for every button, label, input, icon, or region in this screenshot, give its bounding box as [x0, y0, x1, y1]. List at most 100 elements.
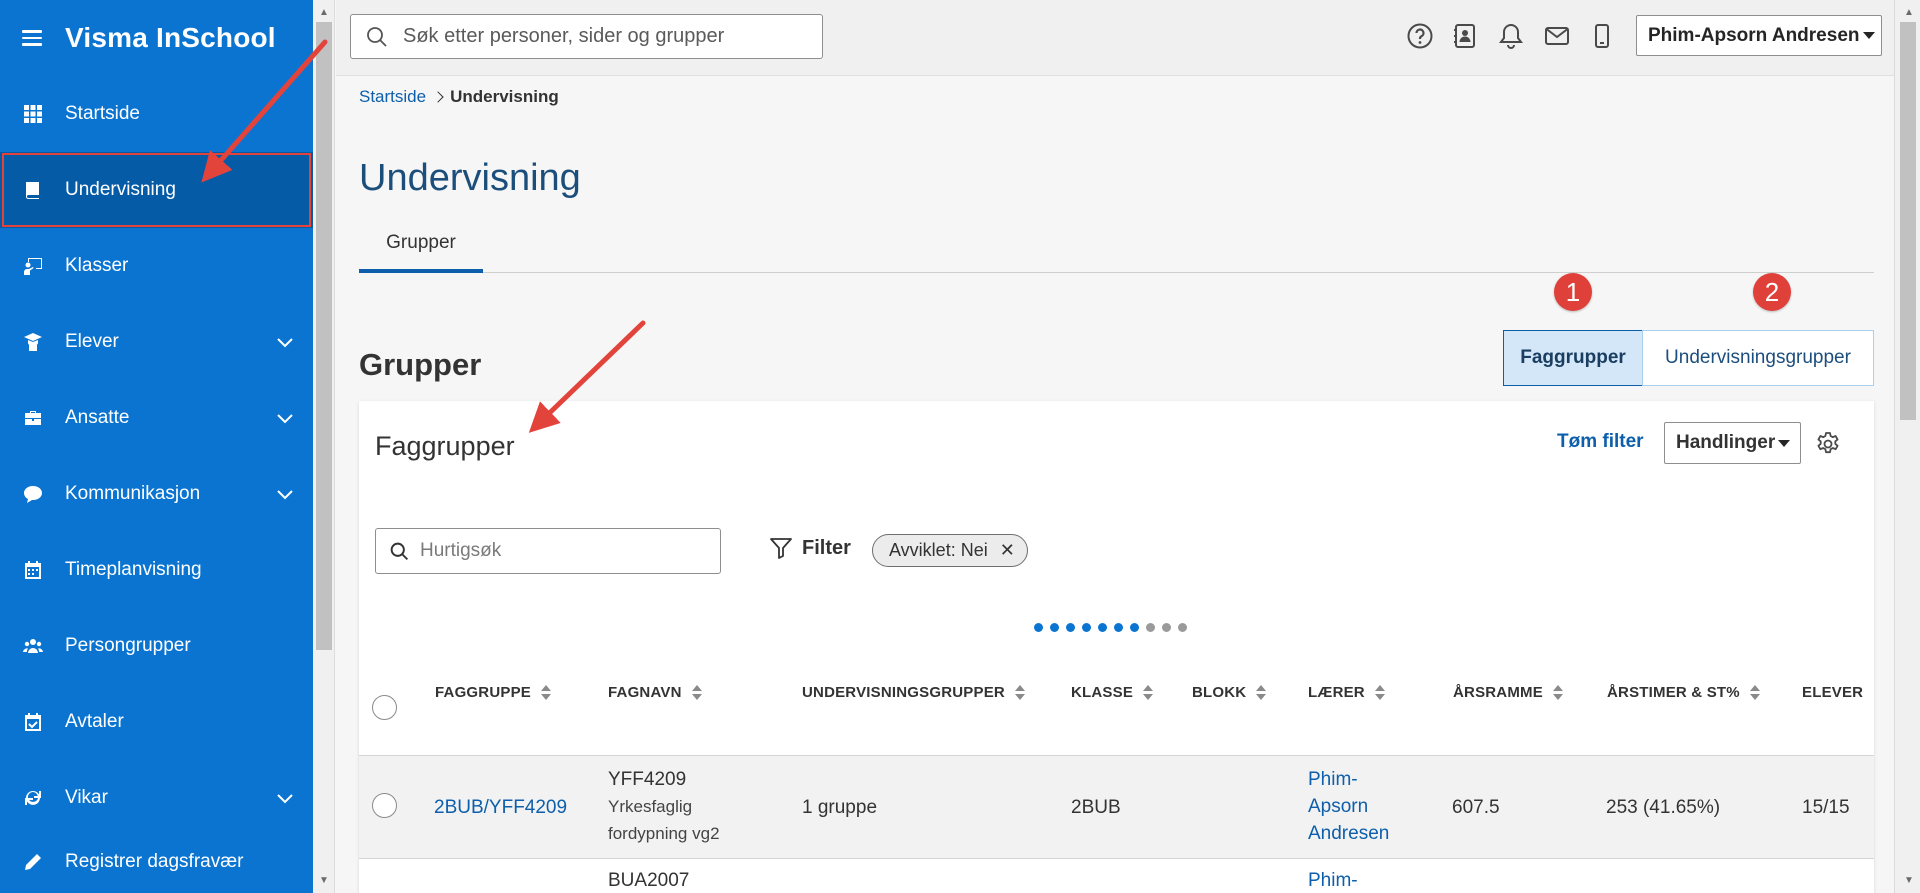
mobile-icon[interactable] [1586, 20, 1618, 52]
row-checkbox[interactable] [372, 793, 397, 818]
loading-dot [1178, 623, 1187, 632]
filter-chip: Avviklet: Nei ✕ [872, 534, 1028, 567]
laerer-link[interactable]: Phim- [1308, 867, 1358, 893]
page-scrollbar[interactable]: ▲ ▼ [1894, 0, 1920, 893]
tab-grupper[interactable]: Grupper [359, 217, 483, 273]
graduation-cap-icon [22, 331, 44, 353]
column-header-arsramme[interactable]: ÅRSRAMME [1453, 684, 1563, 701]
column-header-undervisningsgrupper[interactable]: UNDERVISNINGSGRUPPER [802, 684, 1025, 701]
breadcrumb: Startside Undervisning [359, 87, 559, 107]
quick-search-input[interactable] [420, 540, 710, 562]
column-label: FAGGRUPPE [435, 684, 531, 701]
sidebar-item-kommunikasjon[interactable]: Kommunikasjon [0, 456, 313, 532]
breadcrumb-home-link[interactable]: Startside [359, 87, 426, 107]
laerer-name-line: Andresen [1308, 823, 1390, 844]
sidebar-item-persongrupper[interactable]: Persongrupper [0, 608, 313, 684]
sidebar-item-ansatte[interactable]: Ansatte [0, 380, 313, 456]
brand: Visma InSchool [0, 0, 313, 76]
grid-icon [22, 103, 44, 125]
loading-dot [1082, 623, 1091, 632]
scrollbar-thumb[interactable] [1900, 22, 1916, 420]
gear-icon[interactable] [1815, 431, 1841, 457]
chevron-down-icon[interactable] [275, 408, 295, 428]
card-title: Faggrupper [375, 431, 515, 461]
sidebar-item-undervisning[interactable]: Undervisning [0, 152, 313, 228]
app-title: Visma InSchool [65, 22, 276, 53]
actions-dropdown[interactable]: Handlinger [1664, 422, 1801, 464]
section-title: Grupper [359, 347, 482, 382]
sidebar-item-label: Startside [65, 103, 140, 124]
sidebar-item-elever[interactable]: Elever [0, 304, 313, 380]
loading-dot [1066, 623, 1075, 632]
column-header-elever[interactable]: ELEVER [1802, 684, 1863, 701]
sort-icon [1143, 684, 1154, 701]
sidebar-item-klasser[interactable]: Klasser [0, 228, 313, 304]
column-header-klasse[interactable]: KLASSE [1071, 684, 1154, 701]
sort-icon [1014, 684, 1025, 701]
sidebar-item-vikar[interactable]: Vikar [0, 760, 313, 836]
elever-cell: 15/15 [1802, 797, 1850, 818]
chat-bubble-icon [22, 483, 44, 505]
quick-search[interactable] [375, 528, 721, 574]
column-label: LÆRER [1308, 684, 1365, 701]
sidebar-item-startside[interactable]: Startside [0, 76, 313, 152]
sidebar-scrollbar[interactable]: ▲ ▼ [313, 0, 335, 893]
clear-filter-link[interactable]: Tøm filter [1557, 431, 1644, 453]
bell-icon[interactable] [1495, 20, 1527, 52]
segment-faggrupper-button[interactable]: Faggrupper [1503, 330, 1643, 386]
column-header-laerer[interactable]: LÆRER [1308, 684, 1385, 701]
mail-icon[interactable] [1541, 20, 1573, 52]
column-header-fagnavn[interactable]: FAGNAVN [608, 684, 702, 701]
chevron-down-icon[interactable] [275, 484, 295, 504]
column-header-blokk[interactable]: BLOKK [1192, 684, 1267, 701]
scroll-down-arrow-icon[interactable]: ▼ [313, 870, 335, 890]
laerer-link[interactable]: Phim- Apsorn Andresen [1308, 766, 1389, 847]
column-header-faggruppe[interactable]: FAGGRUPPE [435, 684, 551, 701]
close-icon[interactable]: ✕ [1000, 540, 1015, 561]
chevron-right-icon [432, 91, 444, 103]
annotation-badge-2: 2 [1753, 273, 1791, 311]
sort-icon [540, 684, 551, 701]
search-icon [367, 26, 387, 47]
chevron-down-icon[interactable] [275, 788, 295, 808]
column-header-arstimer[interactable]: ÅRSTIMER & ST% [1607, 684, 1760, 701]
search-icon [390, 542, 409, 560]
user-menu-select[interactable]: Phim-Apsorn Andresen [1636, 15, 1882, 56]
sidebar-item-label: Klasser [65, 255, 129, 276]
fagnavn-cell: YFF4209 Yrkesfaglig fordypning vg2 [608, 766, 720, 847]
loading-dot [1130, 623, 1139, 632]
select-all-checkbox[interactable] [372, 695, 397, 720]
page-title: Undervisning [359, 157, 581, 199]
sort-icon [1256, 684, 1267, 701]
sidebar-item-avtaler[interactable]: Avtaler [0, 684, 313, 760]
sidebar-item-registrer-dagsfravaer[interactable]: Registrer dagsfravær [0, 831, 313, 893]
scroll-up-arrow-icon[interactable]: ▲ [313, 2, 335, 22]
contact-book-icon[interactable] [1449, 20, 1481, 52]
search-input[interactable] [403, 25, 803, 48]
scroll-up-arrow-icon[interactable]: ▲ [1898, 2, 1920, 22]
filter-button[interactable]: Filter [769, 536, 851, 560]
top-bar: Phim-Apsorn Andresen [336, 0, 1894, 76]
faggruppe-link[interactable]: 2BUB/YFF4209 [434, 794, 567, 821]
briefcase-icon [22, 407, 44, 429]
sidebar-item-timeplanvisning[interactable]: Timeplanvisning [0, 532, 313, 608]
refresh-icon [22, 787, 44, 809]
loading-indicator [1034, 623, 1194, 632]
scrollbar-thumb[interactable] [316, 22, 332, 650]
loading-dot [1034, 623, 1043, 632]
segment-undervisningsgrupper-button[interactable]: Undervisningsgrupper [1642, 330, 1874, 386]
classroom-icon [22, 255, 44, 277]
column-label: KLASSE [1071, 684, 1134, 701]
pencil-icon [22, 851, 44, 873]
sidebar: Visma InSchool Startside Undervisning Kl… [0, 0, 313, 893]
global-search[interactable] [350, 14, 823, 59]
scroll-down-arrow-icon[interactable]: ▼ [1898, 870, 1920, 890]
column-label: ELEVER [1802, 684, 1864, 701]
arsramme-cell: 607.5 [1452, 797, 1500, 818]
chevron-down-icon[interactable] [275, 332, 295, 352]
faggrupper-card: Faggrupper Tøm filter Handlinger Filter … [359, 401, 1874, 893]
users-icon [22, 635, 44, 657]
column-label: ÅRSTIMER & ST% [1607, 684, 1740, 701]
hamburger-menu-icon[interactable] [22, 30, 44, 46]
help-icon[interactable] [1404, 20, 1436, 52]
